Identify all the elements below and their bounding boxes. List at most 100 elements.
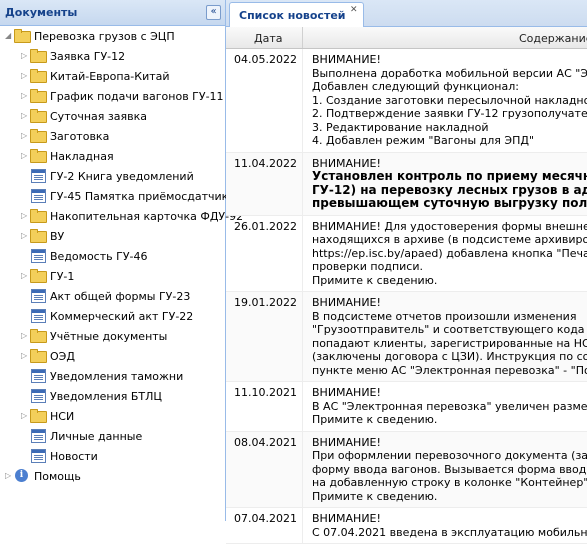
expand-arrow-icon[interactable]: ▷ [21,231,29,241]
tree-node[interactable]: Коммерческий акт ГУ-22 [0,306,225,326]
document-icon [30,169,46,183]
date-value: 26.01.2022 [234,219,297,233]
expand-arrow-icon[interactable]: ▷ [21,351,29,361]
table-row[interactable]: 11.10.2021 ВНИМАНИЕ! В АС "Электронная пер… [226,382,587,432]
tree-node[interactable]: ▷ ГУ-1 [0,266,225,286]
tree-node-label: Суточная заявка [50,110,147,123]
content-line: ВНИМАНИЕ! [312,512,381,525]
column-header-content[interactable]: Содержание [303,27,587,48]
folder-icon [30,69,47,83]
tree-node[interactable]: Уведомления таможни [0,366,225,386]
content-line: ГУ-12) на перевозку лесных грузов в адре… [312,182,587,197]
expand-arrow-icon[interactable]: ▷ [21,411,29,421]
document-icon [30,369,46,383]
tree-node-label: Личные данные [50,430,143,443]
content-cell: ВНИМАНИЕ! В подсистеме отчетов произошли … [303,292,587,381]
folder-open-icon [14,29,31,43]
folder-icon [30,229,47,243]
date-value: 11.10.2021 [234,386,297,399]
expand-arrow-icon[interactable]: ▷ [21,131,29,141]
tree-node[interactable]: Ведомость ГУ-46 [0,246,225,266]
content-line: https://ep.isc.by/apaed) добавлена кнопк… [312,246,587,260]
content-line: (заключены договора с ЦЗИ). Инструкция п… [312,350,587,363]
tree-node[interactable]: ▷ Учётные документы [0,326,225,346]
date-cell: 26.01.2022 [226,215,303,291]
tree-node-label: Ведомость ГУ-46 [50,250,148,263]
tree-node[interactable]: ▷ ВУ [0,226,225,246]
expand-arrow-icon[interactable]: ▷ [21,91,29,101]
expand-arrow-icon[interactable]: ▷ [21,151,29,161]
content-line: ВНИМАНИЕ! [312,386,381,399]
tree-node-label: Перевозка грузов с ЭЦП [34,30,175,43]
expand-arrow-icon[interactable]: ▷ [21,71,29,81]
document-icon [30,249,46,263]
tree-node-label: Заявка ГУ-12 [50,50,126,63]
tree-node[interactable]: ▷ i Помощь [0,466,225,486]
content-line: пункте меню АС "Электронная перевозка" -… [312,363,587,377]
tree-node[interactable]: ▷ Китай-Европа-Китай [0,66,225,86]
content-line: ВНИМАНИЕ! [312,435,381,449]
folder-icon [30,349,47,363]
tree-node[interactable]: Уведомления БТЛЦ [0,386,225,406]
expand-arrow-icon[interactable]: ▷ [21,51,29,61]
tree-node-label: График подачи вагонов ГУ-11 [50,90,224,103]
content-line: Примите к сведению. [312,489,438,503]
content-line: 3. Редактирование накладной [312,120,489,134]
expand-arrow-icon[interactable]: ▷ [21,211,29,221]
tree-node[interactable]: ГУ-2 Книга уведомлений [0,166,225,186]
close-icon[interactable]: ✕ [350,5,358,15]
folder-icon [30,269,47,283]
expand-arrow-icon[interactable]: ▷ [21,331,29,341]
tree-node[interactable]: Личные данные [0,426,225,446]
tree-node-label: Акт общей формы ГУ-23 [50,290,191,303]
content-line: Добавлен следующий функционал: [312,80,519,93]
tree-node[interactable]: ▷ ОЭД [0,346,225,366]
document-icon [30,289,46,303]
folder-icon [30,109,47,123]
tree-node[interactable]: ▷ Накопительная карточка ФДУ-92 [0,206,243,226]
document-icon [30,429,46,443]
tree-node-label: Уведомления БТЛЦ [50,390,162,403]
table-row[interactable]: 26.01.2022 ВНИМАНИЕ! Для удостоверения фо… [226,215,587,292]
table-row[interactable]: 07.04.2021 ВНИМАНИЕ! С 07.04.2021 введена … [226,508,587,544]
folder-icon [30,149,47,163]
content-line: ВНИМАНИЕ! [312,53,381,66]
document-icon [30,309,46,323]
content-cell: ВНИМАНИЕ! Для удостоверения формы внешне… [303,216,587,292]
column-header-date[interactable]: Дата [226,27,303,48]
tree-node[interactable]: Новости [0,446,225,466]
content-line: форму ввода вагонов. Вызывается форма вв… [312,462,587,476]
tree-node-label: ОЭД [50,350,75,363]
tree-node[interactable]: ГУ-45 Памятка приёмосдатчика [0,186,235,206]
tab-news-list[interactable]: Список новостей ✕ [229,2,364,27]
content-line: ВНИМАНИЕ! [312,156,381,170]
tree-node-label: Учётные документы [50,330,168,343]
content-cell: ВНИМАНИЕ! Установлен контроль по приему м… [303,153,587,215]
tab-strip: Список новостей ✕ [226,0,587,27]
table-row[interactable]: 04.05.2022 ВНИМАНИЕ! Выполнена доработка м… [226,49,587,153]
table-row[interactable]: 19.01.2022 ВНИМАНИЕ! В подсистеме отчетов … [226,292,587,382]
tree-node[interactable]: ▷ График подачи вагонов ГУ-11 [0,86,225,106]
table-row[interactable]: 11.04.2022 ВНИМАНИЕ! Установлен контроль п… [226,152,587,216]
content-line: При оформлении перевозочного документа (… [312,449,587,462]
tree-node[interactable]: ▷ Суточная заявка [0,106,225,126]
content-line: проверки подписи. [312,260,423,273]
tree-node[interactable]: ▷ Заготовка [0,126,225,146]
document-icon [30,449,46,463]
tree-node[interactable]: ▷ НСИ [0,406,225,426]
content-line: Примите к сведению. [312,273,438,287]
expanded-arrow-icon[interactable]: ◢ [5,31,13,41]
tree-node[interactable]: ▷ Заявка ГУ-12 [0,46,225,66]
tree-node[interactable]: Акт общей формы ГУ-23 [0,286,225,306]
date-value: 11.04.2022 [234,156,297,170]
expand-arrow-icon[interactable]: ▷ [21,111,29,121]
document-icon [30,389,46,403]
expand-arrow-icon[interactable]: ▷ [5,471,13,481]
date-cell: 11.04.2022 [226,152,303,215]
tree-node[interactable]: ◢ Перевозка грузов с ЭЦП [0,26,225,46]
collapse-panel-button[interactable]: « [206,5,221,20]
folder-icon [30,129,47,143]
tree-node[interactable]: ▷ Накладная [0,146,225,166]
expand-arrow-icon[interactable]: ▷ [21,271,29,281]
table-row[interactable]: 08.04.2021 ВНИМАНИЕ! При оформлении перево… [226,431,587,508]
